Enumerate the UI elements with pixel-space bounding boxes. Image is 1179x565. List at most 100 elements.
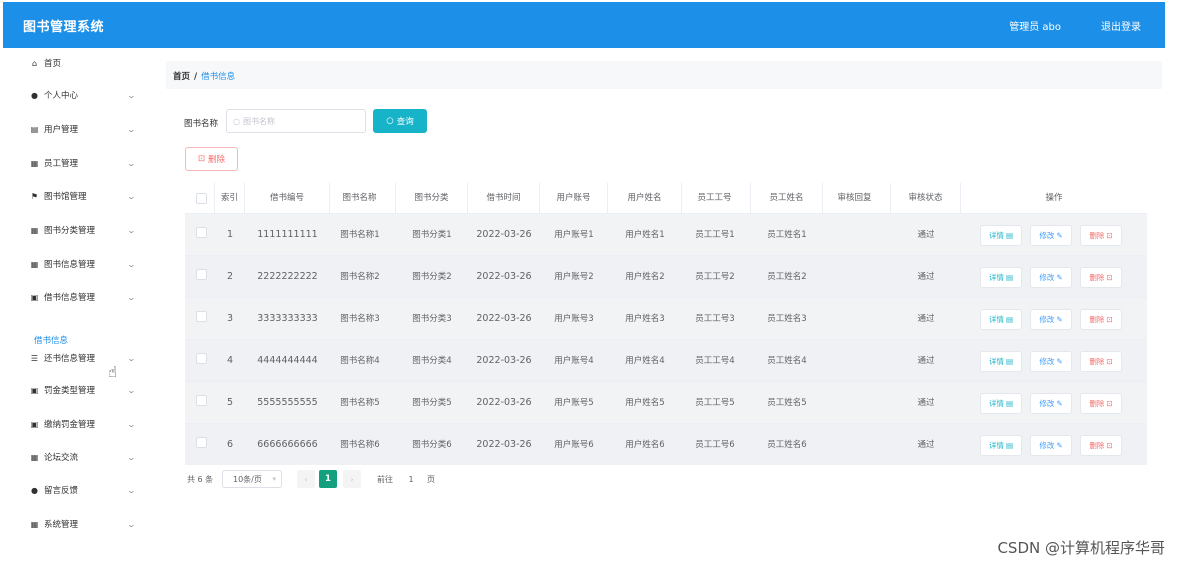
cell-user-name: 用户姓名5 — [625, 398, 665, 408]
edit-button-label: 修改 — [1039, 273, 1055, 282]
chevron-down-icon: ⌄ — [126, 225, 137, 235]
delete-button[interactable]: 删除 ⊡ — [1080, 267, 1122, 288]
column-header: 借书时间 — [468, 183, 540, 213]
cell-time: 2022-03-26 — [476, 439, 532, 450]
table-row: 4 4444444444 图书名称4 图书分类4 2022-03-26 用户账号4 用户姓名… — [185, 339, 1147, 381]
sidebar-item[interactable]: ⚑ 图书馆管理 ⌄ — [3, 184, 159, 208]
trash-icon: ⊡ — [197, 154, 206, 164]
view-button[interactable]: 详情 ▤ — [980, 393, 1022, 414]
sidebar-item[interactable]: ▦ 图书信息管理 ⌄ — [3, 252, 159, 276]
edit-button[interactable]: 修改 ✎ — [1030, 435, 1072, 456]
edit-button-label: 修改 — [1039, 357, 1055, 366]
sidebar-item-label: 借书信息管理 — [44, 293, 96, 303]
logout-link[interactable]: 退出登录 — [1101, 18, 1141, 33]
document-icon: ▤ — [1005, 441, 1014, 450]
sidebar-item[interactable]: ● 留言反馈 ⌄ — [3, 478, 159, 502]
sidebar-item[interactable]: ▦ 系统管理 ⌄ — [3, 512, 159, 536]
doc-icon: ▣ — [30, 292, 39, 302]
delete-selected-button[interactable]: ⊡ 删除 — [185, 147, 238, 171]
pencil-icon: ✎ — [1056, 231, 1063, 240]
select-all-checkbox[interactable] — [196, 193, 207, 204]
delete-button[interactable]: 删除 ⊡ — [1080, 393, 1122, 414]
delete-button-label: 删除 — [1089, 357, 1105, 366]
cell-status: 通过 — [917, 230, 935, 240]
cell-user-name: 用户姓名6 — [625, 440, 665, 450]
grid-icon: ▦ — [30, 158, 39, 168]
sidebar-item[interactable]: ▣ 借书信息管理 ⌄ — [3, 285, 159, 309]
delete-button-label: 删除 — [1089, 273, 1105, 282]
prev-page-button[interactable]: ‹ — [297, 470, 315, 488]
sidebar-item-label: 缴纳罚金管理 — [44, 420, 96, 430]
cell-borrow-no: 3333333333 — [257, 313, 318, 324]
search-input[interactable] — [242, 116, 353, 126]
edit-button[interactable]: 修改 ✎ — [1030, 225, 1072, 246]
sidebar: ⌂ 首页 ● 个人中心 ⌄ ▤ 用户管理 ⌄ ▦ 员工管理 ⌄ ⚑ 图书馆管理 ⌄ ▦ 图书分类管理 ⌄ ▦ 图书信… — [3, 48, 159, 565]
cell-account: 用户账号2 — [554, 272, 594, 282]
view-button[interactable]: 详情 ▤ — [980, 267, 1022, 288]
column-header: 图书分类 — [396, 183, 468, 213]
search-button[interactable]: ○ 查询 — [373, 109, 427, 133]
cell-status: 通过 — [917, 272, 935, 282]
delete-button[interactable]: 删除 ⊡ — [1080, 351, 1122, 372]
cell-emp-name: 员工姓名6 — [767, 440, 807, 450]
document-icon: ▤ — [1005, 399, 1014, 408]
sidebar-item-label: 图书信息管理 — [44, 260, 96, 270]
search-input-wrapper[interactable]: ○ — [226, 109, 366, 133]
page-number-current[interactable]: 1 — [319, 470, 337, 488]
column-header: 操作 — [1045, 193, 1063, 203]
view-button[interactable]: 详情 ▤ — [980, 309, 1022, 330]
cell-time: 2022-03-26 — [476, 271, 532, 282]
sidebar-item[interactable]: ▣ 缴纳罚金管理 ⌄ — [3, 412, 159, 436]
view-button[interactable]: 详情 ▤ — [980, 435, 1022, 456]
delete-button[interactable]: 删除 ⊡ — [1080, 225, 1122, 246]
edit-button[interactable]: 修改 ✎ — [1030, 309, 1072, 330]
delete-button[interactable]: 删除 ⊡ — [1080, 309, 1122, 330]
column-header: 图书名称 — [324, 183, 396, 213]
view-button-label: 详情 — [988, 399, 1004, 408]
page-size-select[interactable]: 10条/页 ▾ — [222, 470, 282, 488]
sidebar-item[interactable]: ● 个人中心 ⌄ — [3, 83, 159, 107]
next-page-button[interactable]: › — [343, 470, 361, 488]
edit-button[interactable]: 修改 ✎ — [1030, 351, 1072, 372]
sidebar-item-label: 图书分类管理 — [44, 226, 96, 236]
user-icon: ● — [31, 90, 38, 100]
sidebar-item[interactable]: ▦ 图书分类管理 ⌄ — [3, 218, 159, 242]
sidebar-subitem-borrow-info[interactable]: 借书信息 — [34, 334, 68, 346]
row-checkbox[interactable] — [196, 227, 207, 238]
trash-icon: ⊡ — [1106, 399, 1113, 408]
edit-button[interactable]: 修改 ✎ — [1030, 267, 1072, 288]
sidebar-item[interactable]: ⌂ 首页 — [3, 51, 159, 75]
cell-book-name: 图书名称2 — [340, 272, 380, 282]
row-checkbox[interactable] — [196, 311, 207, 322]
sidebar-item[interactable]: ▤ 用户管理 ⌄ — [3, 117, 159, 141]
sidebar-item-label: 首页 — [44, 59, 62, 69]
row-checkbox[interactable] — [196, 437, 207, 448]
sidebar-item[interactable]: ▦ 员工管理 ⌄ — [3, 151, 159, 175]
column-header: 审核状态 — [891, 183, 961, 213]
sidebar-item[interactable]: ▦ 论坛交流 ⌄ — [3, 445, 159, 469]
edit-button-label: 修改 — [1039, 315, 1055, 324]
column-header: 借书编号 — [245, 183, 330, 213]
sidebar-item-label: 系统管理 — [44, 520, 79, 530]
delete-button[interactable]: 删除 ⊡ — [1080, 435, 1122, 456]
row-checkbox[interactable] — [196, 395, 207, 406]
chevron-down-icon: ⌄ — [126, 385, 137, 395]
view-button[interactable]: 详情 ▤ — [980, 225, 1022, 246]
row-checkbox[interactable] — [196, 353, 207, 364]
column-header: 员工姓名 — [751, 183, 823, 213]
grid-icon: ▦ — [30, 225, 39, 235]
table-row: 6 6666666666 图书名称6 图书分类6 2022-03-26 用户账号6 用户姓名… — [185, 423, 1147, 465]
cell-index: 5 — [226, 397, 234, 408]
edit-button[interactable]: 修改 ✎ — [1030, 393, 1072, 414]
cell-time: 2022-03-26 — [476, 229, 532, 240]
breadcrumb-home[interactable]: 首页 — [173, 72, 190, 82]
goto-page-input[interactable]: 1 — [401, 470, 421, 488]
cell-emp-name: 员工姓名2 — [767, 272, 807, 282]
view-button[interactable]: 详情 ▤ — [980, 351, 1022, 372]
sidebar-item[interactable]: ☰ 还书信息管理 ⌄ — [3, 346, 159, 370]
cell-emp-no: 员工工号3 — [695, 314, 735, 324]
delete-button-label: 删除 — [1089, 315, 1105, 324]
row-checkbox[interactable] — [196, 269, 207, 280]
column-header: 员工工号 — [679, 183, 751, 213]
sidebar-item[interactable]: ▣ 罚金类型管理 ⌄ — [3, 378, 159, 402]
